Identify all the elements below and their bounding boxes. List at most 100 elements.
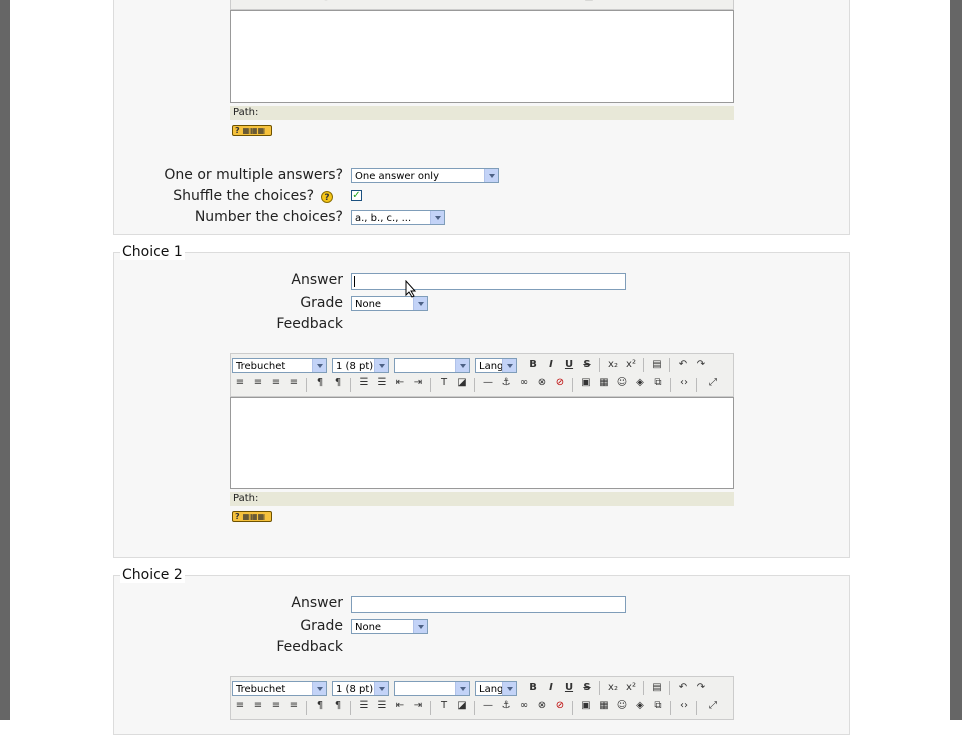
format-select[interactable]: [394, 358, 470, 373]
undo-icon[interactable]: ↶: [675, 680, 691, 696]
nolink-icon[interactable]: ⊗: [534, 698, 550, 714]
html-source-icon[interactable]: ‹›: [676, 698, 692, 714]
superscript-icon[interactable]: x²: [623, 357, 639, 373]
align-center-icon[interactable]: ≡: [255, 0, 271, 5]
fullscreen-icon[interactable]: ⤢: [705, 375, 721, 391]
table-icon[interactable]: ▦: [596, 698, 612, 714]
font-select[interactable]: Trebuchet: [232, 681, 327, 696]
unordered-list-icon[interactable]: ☰: [374, 375, 390, 391]
link-icon[interactable]: ∞: [516, 375, 532, 391]
superscript-icon[interactable]: x²: [623, 680, 639, 696]
fullscreen-icon[interactable]: ⤢: [707, 0, 723, 5]
choice-1-feedback-editor[interactable]: [230, 397, 734, 489]
ltr-icon[interactable]: ¶: [317, 0, 333, 5]
help-icon[interactable]: ?: [321, 191, 333, 203]
choice-1-answer-input[interactable]: [351, 273, 626, 290]
keyboard-help-icon[interactable]: ? ▦▦▦: [232, 125, 272, 136]
link-icon[interactable]: ∞: [516, 698, 532, 714]
rtl-icon[interactable]: ¶: [330, 375, 346, 391]
image-icon[interactable]: ▣: [581, 0, 597, 5]
image-icon[interactable]: ▣: [578, 698, 594, 714]
italic-icon[interactable]: I: [543, 357, 559, 373]
size-select[interactable]: 1 (8 pt): [332, 358, 389, 373]
ordered-list-icon[interactable]: ☰: [356, 375, 372, 391]
italic-icon[interactable]: I: [543, 680, 559, 696]
underline-icon[interactable]: U: [561, 680, 577, 696]
image-icon[interactable]: ▣: [578, 375, 594, 391]
format-select[interactable]: [394, 681, 470, 696]
lang-select[interactable]: Lang: [475, 358, 517, 373]
html-source-icon[interactable]: ‹›: [676, 375, 692, 391]
nolink-icon[interactable]: ⊗: [534, 375, 550, 391]
rtl-icon[interactable]: ¶: [330, 698, 346, 714]
clean-word-icon[interactable]: ▤: [649, 680, 665, 696]
anchor-icon[interactable]: ⚓: [498, 375, 514, 391]
chevron-down-icon: [502, 359, 516, 372]
text-color-icon[interactable]: T: [436, 375, 452, 391]
clean-word-icon[interactable]: ▤: [649, 357, 665, 373]
unlink-icon[interactable]: ⊘: [552, 698, 568, 714]
chevron-down-icon: [374, 682, 388, 695]
keyboard-help-icon[interactable]: ? ▦▦▦: [232, 511, 272, 522]
ltr-icon[interactable]: ¶: [312, 698, 328, 714]
chevron-down-icon: [455, 682, 469, 695]
number-choices-select[interactable]: a., b., c., ...: [351, 210, 445, 225]
subscript-icon[interactable]: x₂: [605, 680, 621, 696]
bg-color-icon[interactable]: ◪: [454, 375, 470, 391]
smiley-icon[interactable]: ☺: [614, 375, 630, 391]
unlink-icon[interactable]: ⊘: [552, 375, 568, 391]
lang-select[interactable]: Lang: [475, 681, 517, 696]
fullscreen-icon[interactable]: ⤢: [705, 698, 721, 714]
text-color-icon[interactable]: T: [436, 698, 452, 714]
search-replace-icon[interactable]: ⧉: [650, 375, 666, 391]
align-left-icon[interactable]: ≡: [232, 375, 248, 391]
choice-2-answer-input[interactable]: [351, 596, 626, 613]
align-right-icon[interactable]: ≡: [273, 0, 289, 5]
subscript-icon[interactable]: x₂: [605, 357, 621, 373]
shuffle-checkbox[interactable]: ✓: [351, 190, 362, 201]
bg-color-icon[interactable]: ◪: [454, 698, 470, 714]
anchor-icon[interactable]: ⚓: [501, 0, 517, 5]
underline-icon[interactable]: U: [561, 357, 577, 373]
redo-icon[interactable]: ↷: [693, 357, 709, 373]
bold-icon[interactable]: B: [525, 357, 541, 373]
ltr-icon[interactable]: ¶: [312, 375, 328, 391]
align-center-icon[interactable]: ≡: [250, 375, 266, 391]
indent-icon[interactable]: ⇥: [410, 698, 426, 714]
smiley-icon[interactable]: ☺: [614, 698, 630, 714]
font-select[interactable]: Trebuchet: [232, 358, 327, 373]
choice-1-grade-select[interactable]: None: [351, 296, 428, 311]
unordered-list-icon[interactable]: ☰: [374, 698, 390, 714]
strikethrough-icon[interactable]: S: [579, 357, 595, 373]
special-char-icon[interactable]: ◈: [632, 375, 648, 391]
size-select[interactable]: 1 (8 pt): [332, 681, 389, 696]
search-replace-icon[interactable]: ⧉: [650, 698, 666, 714]
horizontal-rule-icon[interactable]: —: [480, 375, 496, 391]
align-left-icon[interactable]: ≡: [237, 0, 253, 5]
bold-icon[interactable]: B: [525, 680, 541, 696]
one-or-multiple-select[interactable]: One answer only: [351, 168, 499, 183]
indent-icon[interactable]: ⇥: [410, 375, 426, 391]
strikethrough-icon[interactable]: S: [579, 680, 595, 696]
table-icon[interactable]: ▦: [596, 375, 612, 391]
align-right-icon[interactable]: ≡: [268, 698, 284, 714]
choice-1-editor-toolbar: Trebuchet 1 (8 pt) Lang B I U S x₂ x² ▤ …: [230, 353, 734, 397]
ordered-list-icon[interactable]: ☰: [356, 698, 372, 714]
chevron-down-icon: [312, 682, 326, 695]
justify-icon[interactable]: ≡: [286, 375, 302, 391]
horizontal-rule-icon[interactable]: —: [480, 698, 496, 714]
editor-area-top[interactable]: [230, 10, 734, 103]
redo-icon[interactable]: ↷: [693, 680, 709, 696]
ordered-list-icon[interactable]: ☰: [357, 0, 373, 5]
outdent-icon[interactable]: ⇤: [392, 375, 408, 391]
outdent-icon[interactable]: ⇤: [392, 698, 408, 714]
align-left-icon[interactable]: ≡: [232, 698, 248, 714]
special-char-icon[interactable]: ◈: [632, 698, 648, 714]
anchor-icon[interactable]: ⚓: [498, 698, 514, 714]
justify-icon[interactable]: ≡: [286, 698, 302, 714]
justify-icon[interactable]: ≡: [291, 0, 307, 5]
undo-icon[interactable]: ↶: [675, 357, 691, 373]
align-right-icon[interactable]: ≡: [268, 375, 284, 391]
align-center-icon[interactable]: ≡: [250, 698, 266, 714]
choice-2-grade-select[interactable]: None: [351, 619, 428, 634]
